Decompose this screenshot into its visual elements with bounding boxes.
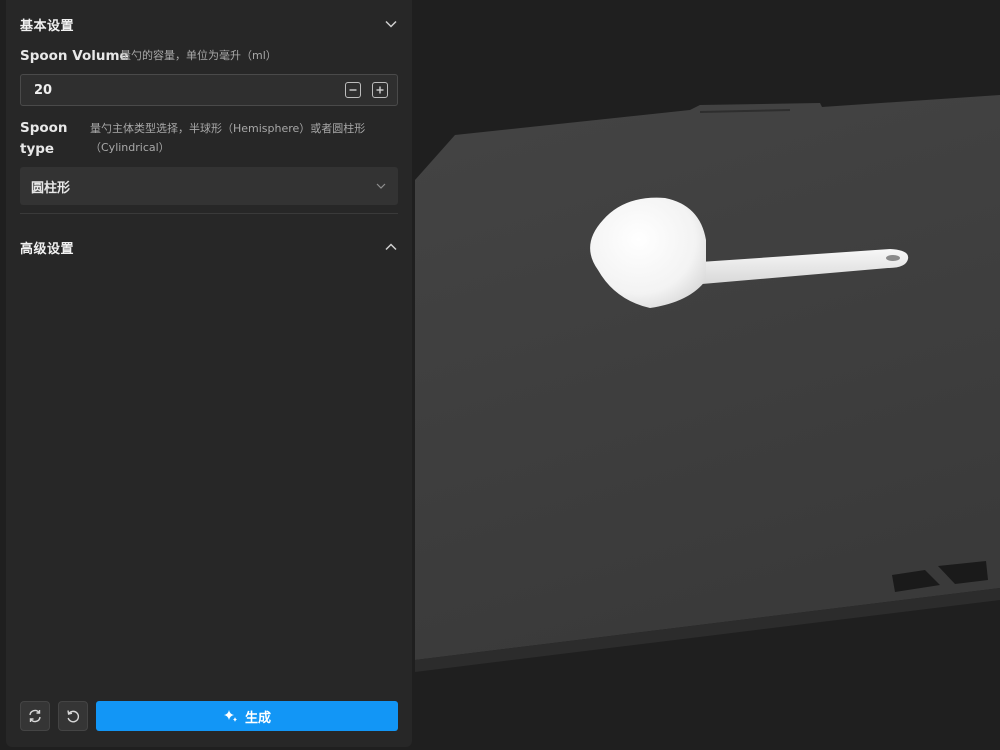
advanced-settings-header[interactable]: 高级设置 [20, 235, 398, 259]
spoon-type-label-line1: Spoon [20, 120, 68, 136]
reset-button[interactable] [58, 701, 88, 731]
spoon-type-label-line2: type [20, 141, 55, 157]
spoon-type-hint-line1: 量勺主体类型选择，半球形（Hemisphere）或者圆柱形 [90, 122, 366, 135]
settings-panel: 基本设置 Spoon Volume 量勺的容量，单位为毫升（ml） 20 Spo… [6, 0, 412, 747]
generate-label: 生成 [244, 710, 271, 726]
spoon-volume-input[interactable]: 20 [20, 74, 398, 106]
generate-button[interactable]: 生成 [96, 701, 398, 731]
undo-icon [67, 710, 80, 723]
chevron-down-icon [374, 179, 388, 193]
spoon-type-hint-line2: （Cylindrical） [90, 141, 170, 154]
decrement-button[interactable] [345, 82, 361, 98]
spoon-type-selected: 圆柱形 [31, 180, 71, 196]
spoon-volume-value[interactable]: 20 [34, 83, 345, 98]
spoon-volume-label: Spoon Volume [20, 48, 129, 64]
chevron-down-icon[interactable] [384, 17, 398, 31]
plus-icon [376, 86, 384, 94]
sparkle-icon [223, 710, 237, 722]
refresh-icon [29, 709, 41, 723]
refresh-button[interactable] [20, 701, 50, 731]
chevron-up-icon[interactable] [384, 240, 398, 254]
basic-settings-header[interactable]: 基本设置 [20, 12, 398, 36]
section-divider [20, 213, 398, 214]
minus-icon [349, 89, 357, 91]
spoon-type-select[interactable]: 圆柱形 [20, 167, 398, 205]
advanced-settings-title: 高级设置 [20, 241, 75, 257]
increment-button[interactable] [372, 82, 388, 98]
basic-settings-title: 基本设置 [20, 18, 75, 34]
app-root: 基本设置 Spoon Volume 量勺的容量，单位为毫升（ml） 20 Spo… [0, 0, 1000, 750]
spoon-volume-hint: 量勺的容量，单位为毫升（ml） [120, 49, 277, 62]
